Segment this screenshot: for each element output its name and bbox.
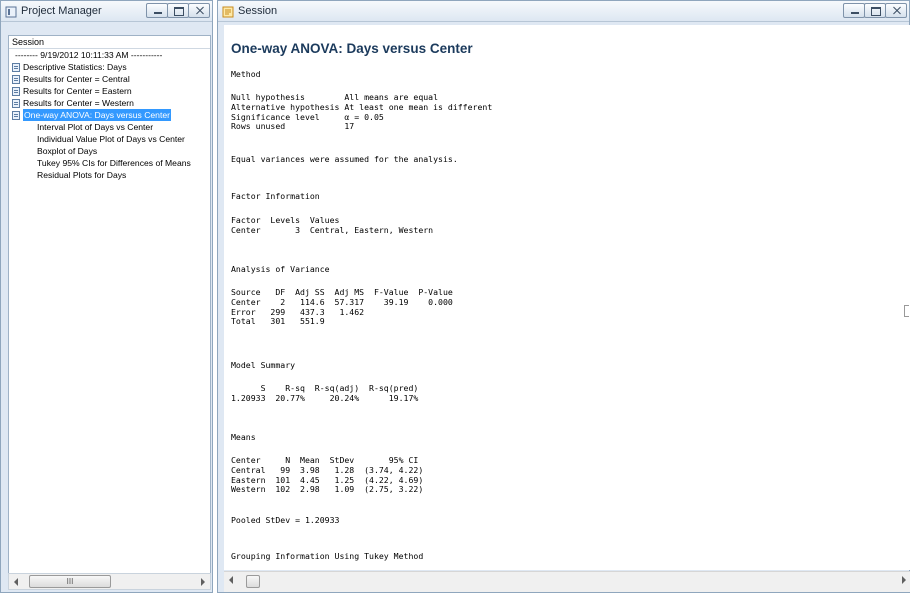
vertical-scrollbar[interactable]: [904, 25, 909, 570]
means-title: Means: [231, 432, 256, 442]
session-timestamp[interactable]: -------- 9/19/2012 10:11:33 AM ---------…: [9, 49, 210, 61]
tree-item[interactable]: Results for Center = Eastern: [9, 85, 210, 97]
grouping-info-title: Grouping Information Using Tukey Method: [231, 551, 424, 561]
scroll-thumb[interactable]: [246, 575, 260, 588]
session-output-area[interactable]: One-way ANOVA: Days versus Center Method…: [224, 25, 910, 570]
tree-item[interactable]: Interval Plot of Days vs Center: [9, 121, 210, 133]
horizontal-scrollbar[interactable]: III: [8, 573, 211, 590]
tree-item-label: One-way ANOVA: Days versus Center: [23, 109, 171, 121]
maximize-button[interactable]: [864, 3, 886, 18]
method-table: Null hypothesis All means are equal Alte…: [231, 92, 493, 132]
scroll-position-marker[interactable]: [904, 305, 909, 317]
equal-variance-note: Equal variances were assumed for the ana…: [231, 154, 458, 164]
tree-header-session[interactable]: Session: [9, 36, 210, 49]
project-tree-pane: Session -------- 9/19/2012 10:11:33 AM -…: [8, 35, 211, 574]
minimize-button[interactable]: [843, 3, 865, 18]
tree-item-label: Tukey 95% CIs for Differences of Means: [37, 158, 191, 168]
project-manager-window: Project Manager Session -------- 9/19/20…: [0, 0, 213, 593]
tree-item-label: Results for Center = Western: [23, 98, 134, 108]
tree-item[interactable]: Results for Center = Central: [9, 73, 210, 85]
close-button[interactable]: [188, 3, 210, 18]
session-window: Session One-way ANOVA: Days versus Cente…: [217, 0, 910, 593]
tree-item-label: -------- 9/19/2012 10:11:33 AM ---------…: [15, 50, 163, 60]
factor-info-table: Factor Levels Values Center 3 Central, E…: [231, 215, 434, 235]
session-icon: [222, 5, 234, 18]
horizontal-scrollbar[interactable]: [224, 571, 910, 592]
tree-item-label: Boxplot of Days: [37, 146, 98, 156]
tree-item[interactable]: Boxplot of Days: [9, 145, 210, 157]
tree-item[interactable]: Tukey 95% CIs for Differences of Means: [9, 157, 210, 169]
session-titlebar[interactable]: Session: [218, 1, 909, 22]
tree-item[interactable]: Results for Center = Western: [9, 97, 210, 109]
close-button[interactable]: [885, 3, 907, 18]
method-title: Method: [231, 69, 261, 79]
tree-item-label: Results for Center = Central: [23, 74, 130, 84]
scroll-right-icon[interactable]: [902, 576, 906, 584]
tree-item-label: Results for Center = Eastern: [23, 86, 132, 96]
document-icon: [12, 98, 20, 108]
tree-item[interactable]: Individual Value Plot of Days vs Center: [9, 133, 210, 145]
project-tree: -------- 9/19/2012 10:11:33 AM ---------…: [9, 49, 210, 181]
tree-item-label: Descriptive Statistics: Days: [23, 62, 127, 72]
anova-title: Analysis of Variance: [231, 264, 330, 274]
document-icon: [12, 62, 20, 72]
means-table: Center N Mean StDev 95% CI Central 99 3.…: [231, 455, 424, 495]
project-manager-titlebar[interactable]: Project Manager: [1, 1, 212, 22]
output-heading: One-way ANOVA: Days versus Center: [231, 41, 473, 56]
tree-item-label: Interval Plot of Days vs Center: [37, 122, 154, 132]
document-icon: [12, 74, 20, 84]
project-manager-icon: [5, 5, 17, 18]
pooled-stdev: Pooled StDev = 1.20933: [231, 515, 340, 525]
tree-item-label: Individual Value Plot of Days vs Center: [37, 134, 185, 144]
project-manager-title: Project Manager: [21, 5, 102, 17]
model-summary-title: Model Summary: [231, 360, 296, 370]
anova-table: Source DF Adj SS Adj MS F-Value P-Value …: [231, 287, 453, 327]
document-icon: [12, 110, 20, 120]
minimize-button[interactable]: [146, 3, 168, 18]
tree-item[interactable]: One-way ANOVA: Days versus Center: [9, 109, 210, 121]
factor-info-title: Factor Information: [231, 191, 320, 201]
scroll-left-icon[interactable]: [14, 578, 18, 586]
document-icon: [12, 86, 20, 96]
tree-item[interactable]: Descriptive Statistics: Days: [9, 61, 210, 73]
model-summary-table: S R-sq R-sq(adj) R-sq(pred) 1.20933 20.7…: [231, 383, 419, 403]
tree-item[interactable]: Residual Plots for Days: [9, 169, 210, 181]
maximize-button[interactable]: [167, 3, 189, 18]
session-title: Session: [238, 5, 278, 17]
scroll-thumb[interactable]: III: [29, 575, 111, 588]
scroll-right-icon[interactable]: [201, 578, 205, 586]
scroll-left-icon[interactable]: [229, 576, 233, 584]
tree-item-label: Residual Plots for Days: [37, 170, 127, 180]
